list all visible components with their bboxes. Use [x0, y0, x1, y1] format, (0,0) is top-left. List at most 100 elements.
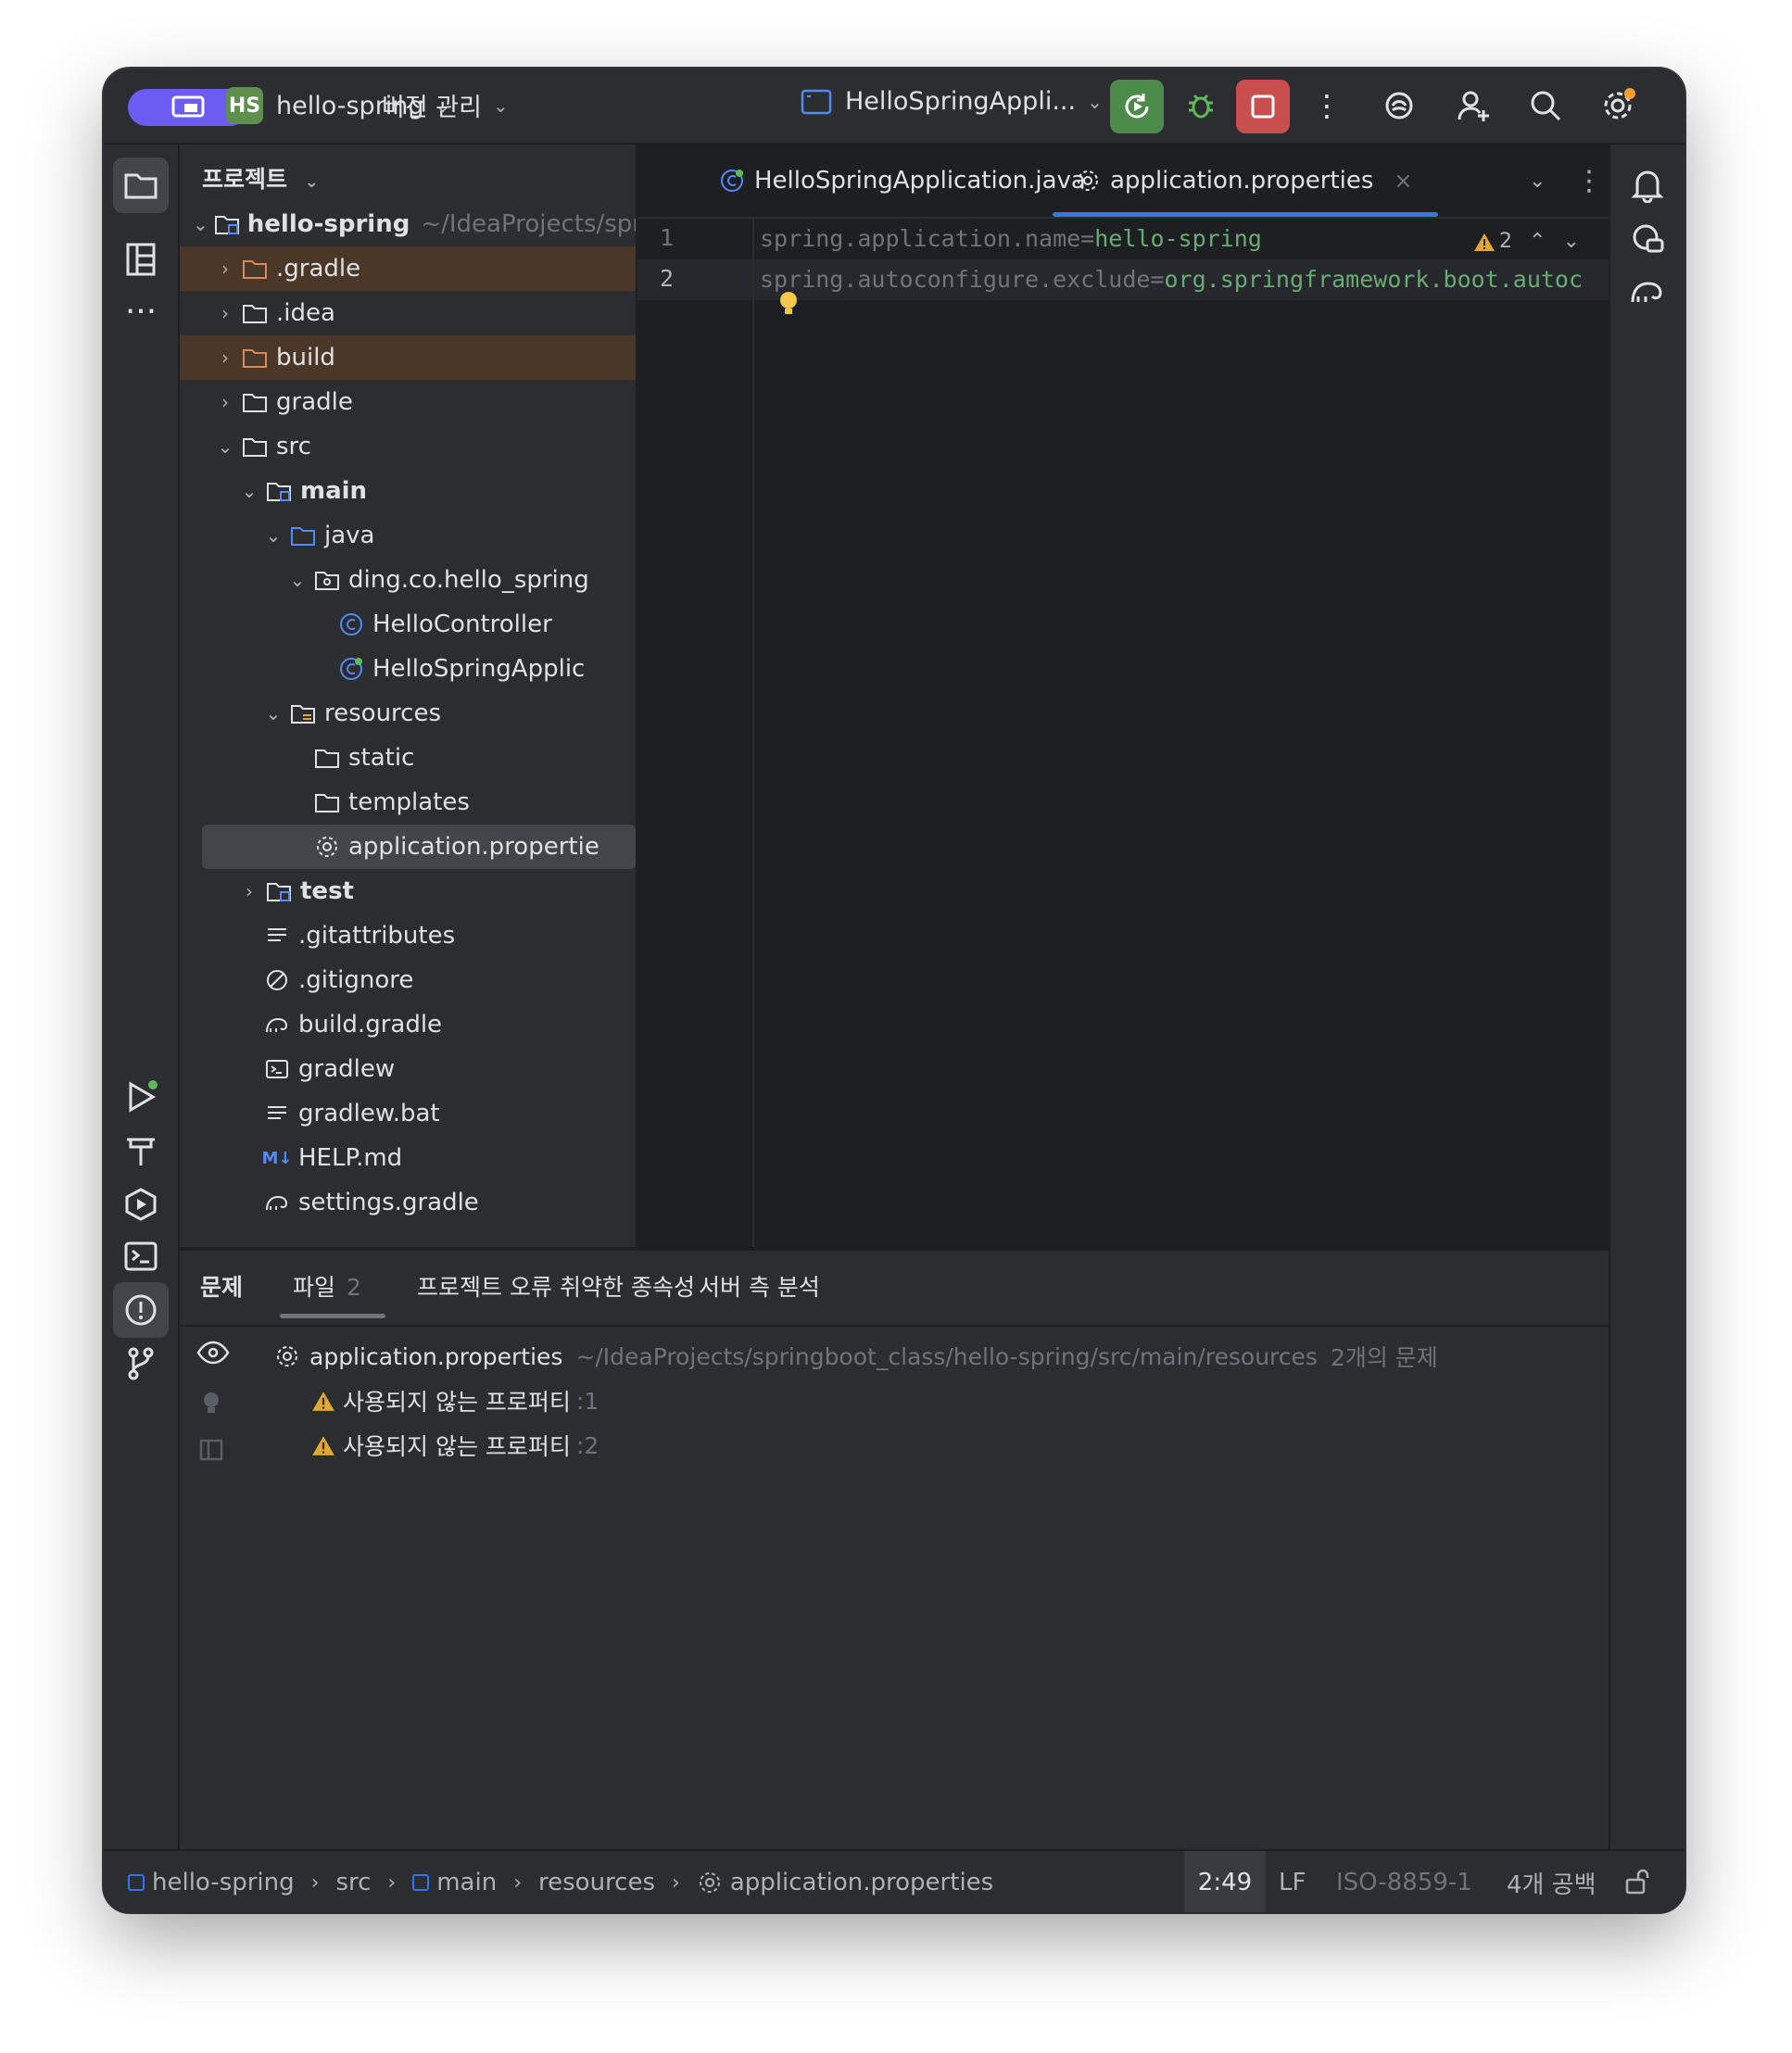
- vcs-menu[interactable]: 버전 관리 ⌄: [382, 87, 509, 123]
- source-folder-icon: [289, 522, 317, 549]
- run-tool-button[interactable]: [113, 1069, 169, 1125]
- terminal-tool-button[interactable]: [113, 1228, 169, 1284]
- tab-file-problems[interactable]: 파일 2: [280, 1269, 385, 1318]
- more-tools-icon[interactable]: ···: [113, 283, 169, 339]
- stop-button[interactable]: [1236, 80, 1290, 133]
- line-number: 2: [660, 265, 675, 292]
- notifications-button[interactable]: [1620, 157, 1675, 213]
- markdown-icon: M↓: [261, 1148, 293, 1168]
- lock-open-icon[interactable]: [1623, 1868, 1651, 1902]
- indent-setting[interactable]: 4개 공백: [1507, 1866, 1596, 1900]
- project-tree: ⌄ hello-spring ~/IdeaProjects/spri › .gr…: [180, 202, 636, 1225]
- previous-problem-icon[interactable]: ⌃: [1529, 230, 1546, 253]
- tab-vulnerable-dependencies[interactable]: 취약한 종속성: [560, 1269, 695, 1303]
- tree-item-test[interactable]: › test: [180, 869, 636, 913]
- tree-item-gradlew-bat[interactable]: gradlew.bat: [180, 1091, 636, 1136]
- tree-item-gitattributes[interactable]: .gitattributes: [180, 913, 636, 958]
- chevron-right-icon: ›: [672, 1870, 680, 1895]
- tree-item-src[interactable]: ⌄ src: [180, 424, 636, 469]
- breadcrumb-item[interactable]: main: [436, 1869, 497, 1896]
- ide-window: HS hello-spring ⌄ 버전 관리 ⌄ HelloSpringApp…: [104, 69, 1685, 1912]
- settings-gear-icon[interactable]: [1597, 85, 1638, 126]
- tree-item-resources[interactable]: ⌄ resources: [180, 691, 636, 736]
- lightbulb-icon[interactable]: [200, 1390, 222, 1421]
- line-separator[interactable]: LF: [1279, 1869, 1306, 1896]
- layout-toggle-icon[interactable]: [198, 1438, 224, 1466]
- tree-item-build-gradle[interactable]: build.gradle: [180, 1002, 636, 1047]
- file-encoding[interactable]: ISO-8859-1: [1336, 1869, 1472, 1896]
- tree-item-templates[interactable]: templates: [180, 780, 636, 825]
- hammer-icon: [127, 1138, 155, 1165]
- project-badge: HS: [226, 87, 263, 124]
- inspection-widget[interactable]: 2 ⌃ ⌄: [1473, 230, 1580, 253]
- tree-item-java[interactable]: ⌄ java: [180, 513, 636, 558]
- project-panel-header[interactable]: 프로젝트 ⌄: [202, 161, 319, 195]
- search-icon[interactable]: [1525, 85, 1566, 126]
- tree-item-gradlew[interactable]: gradlew: [180, 1047, 636, 1091]
- tree-item-idea[interactable]: › .idea: [180, 291, 636, 335]
- debug-button[interactable]: [1180, 85, 1221, 126]
- tree-label: gradlew: [298, 1055, 396, 1083]
- ai-chat-button[interactable]: [1620, 211, 1675, 267]
- gradle-tool-button[interactable]: [1620, 263, 1675, 319]
- lightbulb-icon[interactable]: [776, 289, 801, 322]
- excluded-folder-icon: [241, 344, 269, 372]
- tree-item-hellospringapplication[interactable]: HelloSpringApplic: [180, 647, 636, 691]
- project-tool-button[interactable]: [113, 157, 169, 213]
- tree-root-hello-spring[interactable]: ⌄ hello-spring ~/IdeaProjects/spri: [180, 202, 636, 246]
- problem-item[interactable]: 사용되지 않는 프로퍼티 :2: [311, 1429, 599, 1462]
- text-file-icon: [263, 922, 291, 950]
- tab-more-icon[interactable]: ⋮: [1575, 145, 1603, 217]
- line-gutter: 1 2: [637, 219, 754, 1247]
- breadcrumb-item[interactable]: resources: [538, 1869, 655, 1896]
- window-icon: [801, 89, 832, 114]
- tree-item-static[interactable]: static: [180, 736, 636, 780]
- rerun-button[interactable]: [1110, 80, 1164, 133]
- problem-file-path: ~/IdeaProjects/springboot_class/hello-sp…: [575, 1342, 1318, 1370]
- tree-item-gitignore[interactable]: .gitignore: [180, 958, 636, 1002]
- problem-location: :2: [575, 1431, 599, 1459]
- breadcrumb-item[interactable]: application.properties: [730, 1869, 993, 1896]
- chevron-right-icon: ›: [387, 1870, 397, 1895]
- warning-count: 2: [1499, 230, 1512, 253]
- ai-assistant-icon[interactable]: [1379, 85, 1420, 126]
- tree-item-settings-gradle[interactable]: settings.gradle: [180, 1180, 636, 1225]
- caret-position[interactable]: 2:49: [1184, 1851, 1266, 1912]
- problem-item[interactable]: 사용되지 않는 프로퍼티 :1: [311, 1384, 599, 1417]
- problems-panel-title: 문제: [200, 1274, 244, 1301]
- close-tab-icon[interactable]: ×: [1394, 168, 1412, 194]
- add-user-icon[interactable]: [1453, 85, 1494, 126]
- tree-label: .gradle: [276, 255, 361, 283]
- problem-file-row[interactable]: application.properties ~/IdeaProjects/sp…: [274, 1340, 1438, 1373]
- build-tool-button[interactable]: [113, 1123, 169, 1178]
- more-actions-icon[interactable]: ⋮: [1306, 85, 1347, 126]
- tree-item-application-properties[interactable]: application.propertie: [202, 825, 636, 869]
- tab-server-side-analysis[interactable]: 서버 측 분석: [699, 1269, 820, 1303]
- breadcrumb-item[interactable]: src: [335, 1869, 371, 1896]
- run-config-selector[interactable]: HelloSpringAppli... ⌄: [801, 87, 1103, 116]
- editor-area: HelloSpringApplication.java application.…: [637, 145, 1609, 1247]
- tree-item-main[interactable]: ⌄ main: [180, 469, 636, 513]
- preview-toggle-icon[interactable]: [196, 1340, 230, 1371]
- services-tool-button[interactable]: [113, 1177, 169, 1232]
- breadcrumb-item[interactable]: hello-spring: [152, 1869, 295, 1896]
- tree-item-help-md[interactable]: M↓ HELP.md: [180, 1136, 636, 1180]
- tab-project-errors[interactable]: 프로젝트 오류: [417, 1269, 552, 1303]
- tree-item-gradle[interactable]: › gradle: [180, 380, 636, 424]
- tab-hellospringapplication[interactable]: HelloSpringApplication.java: [719, 145, 1086, 217]
- tree-item-hellocontroller[interactable]: HelloController: [180, 602, 636, 647]
- rerun-icon: [1125, 94, 1149, 119]
- next-problem-icon[interactable]: ⌄: [1562, 230, 1579, 253]
- git-tool-button[interactable]: [113, 1336, 169, 1392]
- problems-tool-button[interactable]: [113, 1282, 169, 1338]
- status-bar: hello-spring › src › main › resources › …: [104, 1849, 1685, 1912]
- tree-item-gradle-hidden[interactable]: › .gradle: [180, 246, 636, 291]
- tree-item-build-folder[interactable]: › build: [180, 335, 636, 380]
- tab-application-properties[interactable]: application.properties ×: [1053, 145, 1439, 217]
- gradle-icon: [263, 1011, 291, 1039]
- tab-list-chevron-icon[interactable]: ⌄: [1529, 145, 1546, 217]
- problems-icon: [125, 1294, 157, 1326]
- tree-label: templates: [348, 788, 470, 816]
- tree-item-package[interactable]: ⌄ ding.co.hello_spring: [180, 558, 636, 602]
- structure-tool-button[interactable]: [113, 232, 169, 287]
